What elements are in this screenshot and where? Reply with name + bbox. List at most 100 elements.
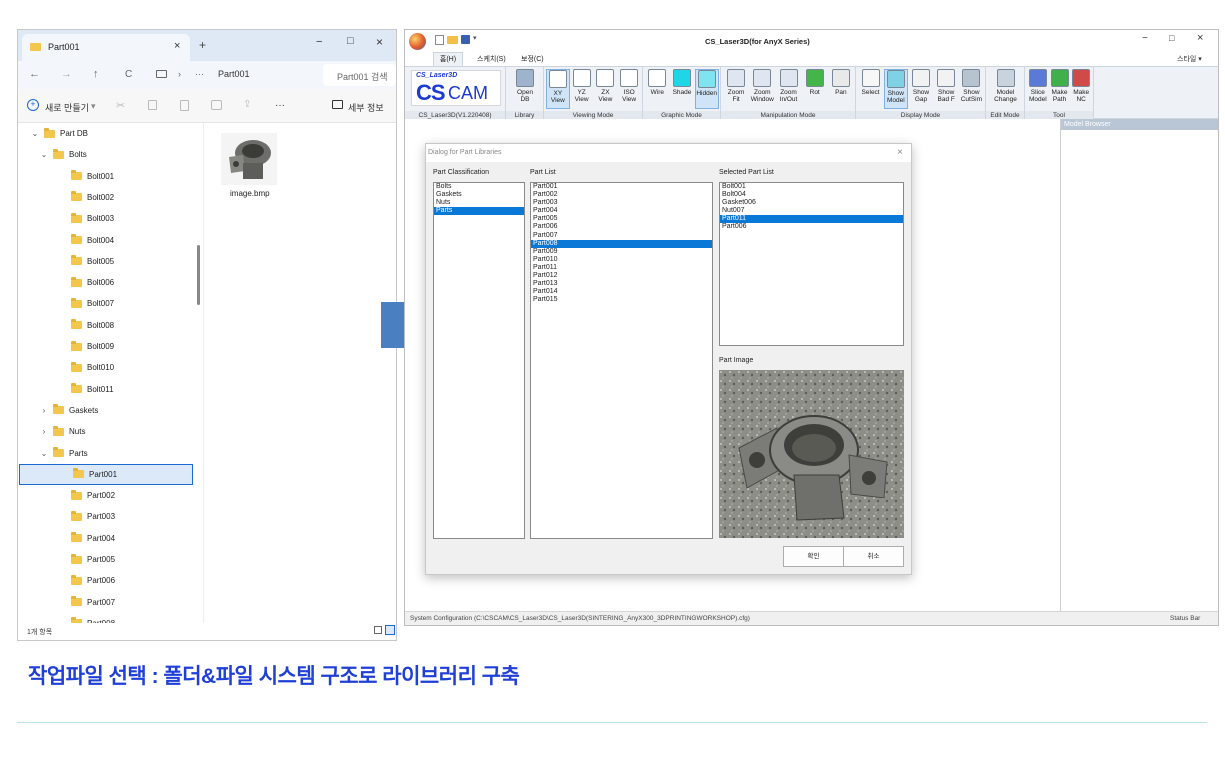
tree-item[interactable]: Part003 — [18, 506, 192, 527]
tree-item[interactable]: Bolt002 — [18, 187, 192, 208]
ribbon-button[interactable]: Pan — [829, 69, 853, 109]
list-item[interactable]: Bolt004 — [720, 191, 903, 199]
close-button[interactable]: × — [1197, 32, 1203, 44]
list-item[interactable]: Part007 — [531, 232, 712, 240]
chevron-down-icon[interactable]: ⌄ — [39, 150, 49, 159]
quick-access-chevron-icon[interactable]: ▾ — [473, 34, 477, 42]
save-icon[interactable] — [461, 35, 470, 44]
list-item[interactable]: Part009 — [531, 248, 712, 256]
ribbon-button[interactable]: Zoom Fit — [724, 69, 748, 109]
tree-item[interactable]: Bolt004 — [18, 230, 192, 251]
tab-close-icon[interactable]: × — [174, 40, 180, 52]
ribbon-button[interactable]: YZ View — [570, 69, 594, 109]
tree-item[interactable]: Part008 — [18, 613, 192, 623]
refresh-button[interactable]: C — [125, 69, 132, 80]
list-item[interactable]: Nuts — [434, 199, 524, 207]
list-item[interactable]: Part004 — [531, 207, 712, 215]
ribbon-button[interactable]: Show Gap — [909, 69, 933, 109]
list-item[interactable]: Bolt001 — [720, 183, 903, 191]
tab-correction[interactable]: 보정(C) — [521, 54, 544, 64]
tree-item[interactable]: Part007 — [18, 592, 192, 613]
list-item[interactable]: Part012 — [531, 272, 712, 280]
details-button[interactable]: 세부 정보 — [348, 101, 384, 114]
ribbon-button[interactable]: Hidden — [694, 69, 719, 109]
list-item[interactable]: Part003 — [531, 199, 712, 207]
list-item[interactable]: Part010 — [531, 256, 712, 264]
cut-icon[interactable]: ✂ — [116, 99, 125, 112]
tree-item[interactable]: › Nuts — [18, 421, 192, 442]
tree-item[interactable]: ⌄ Parts — [18, 443, 192, 464]
list-item[interactable]: Part011 — [531, 264, 712, 272]
list-item[interactable]: Part001 — [531, 183, 712, 191]
ribbon-button[interactable]: Slice Model — [1026, 69, 1050, 109]
more-path-button[interactable]: ··· — [195, 69, 204, 79]
search-box[interactable]: Part001 검색 — [323, 64, 396, 86]
open-folder-icon[interactable] — [447, 36, 458, 44]
tree-item[interactable]: Part006 — [18, 570, 192, 591]
app-logo-icon[interactable] — [409, 33, 426, 50]
close-button[interactable]: × — [376, 35, 383, 49]
ribbon-button[interactable]: Show CutSim — [959, 69, 983, 109]
list-item[interactable]: Part005 — [531, 215, 712, 223]
file-name[interactable]: image.bmp — [230, 189, 270, 198]
search-input[interactable]: Part001 검색 — [337, 70, 388, 83]
style-dropdown[interactable]: 스타일 ▾ — [1177, 54, 1202, 64]
tree-item[interactable]: Part001 — [19, 463, 193, 485]
cancel-button[interactable]: 취소 — [843, 546, 904, 567]
ribbon-button[interactable]: Make NC — [1069, 69, 1093, 109]
up-button[interactable]: ↑ — [93, 68, 99, 80]
ribbon-button[interactable]: Model Change — [994, 69, 1018, 109]
ribbon-button[interactable]: Wire — [645, 69, 669, 109]
ribbon-button[interactable]: XY View — [545, 69, 570, 109]
ribbon-button[interactable]: Rot — [803, 69, 827, 109]
tree-item[interactable]: Bolt007 — [18, 293, 192, 314]
tree-item[interactable]: Bolt010 — [18, 357, 192, 378]
dialog-close-icon[interactable]: × — [897, 144, 903, 162]
tile-view-icon[interactable] — [385, 625, 395, 635]
tab-sketch[interactable]: 스케치(S) — [477, 54, 506, 64]
ribbon-button[interactable]: Zoom In/Out — [777, 69, 801, 109]
list-item[interactable]: Part014 — [531, 288, 712, 296]
chevron-right-icon[interactable]: › — [39, 406, 49, 415]
list-item[interactable]: Part008 — [531, 239, 712, 248]
chevron-down-icon[interactable]: ⌄ — [39, 449, 49, 458]
ribbon-button[interactable]: Shade — [670, 69, 694, 109]
ribbon-button[interactable]: Show Model — [883, 69, 908, 109]
ribbon-button[interactable]: Select — [859, 69, 883, 109]
copy-icon[interactable] — [148, 100, 157, 110]
explorer-tab[interactable]: Part001 × — [22, 34, 190, 61]
ribbon-button[interactable]: Show Bad F — [934, 69, 958, 109]
tree-item[interactable]: Bolt006 — [18, 272, 192, 293]
list-item[interactable]: Part015 — [531, 296, 712, 304]
minimize-button[interactable]: − — [316, 36, 322, 48]
new-tab-button[interactable]: + — [199, 38, 206, 52]
chevron-down-icon[interactable]: ⌄ — [30, 129, 40, 138]
tree-item[interactable]: › Gaskets — [18, 400, 192, 421]
list-item[interactable]: Part006 — [720, 223, 903, 231]
tree-item[interactable]: Part005 — [18, 549, 192, 570]
chevron-right-icon[interactable]: › — [39, 427, 49, 436]
list-item[interactable]: Part013 — [531, 280, 712, 288]
tree-item[interactable]: Bolt001 — [18, 166, 192, 187]
tree-item[interactable]: ⌄ Part DB — [18, 123, 192, 144]
breadcrumb[interactable]: Part001 — [218, 69, 250, 79]
part-listbox[interactable]: Part001 Part002 Part003 Part004 Part005 Part0… — [530, 182, 713, 539]
tree-item[interactable]: Bolt008 — [18, 315, 192, 336]
list-item[interactable]: Gasket006 — [720, 199, 903, 207]
classification-listbox[interactable]: Bolts Gaskets Nuts Parts — [433, 182, 525, 539]
paste-icon[interactable] — [180, 100, 189, 111]
tree-item[interactable]: ⌄ Bolts — [18, 144, 192, 165]
maximize-button[interactable]: □ — [347, 35, 354, 47]
back-button[interactable]: ← — [29, 68, 40, 80]
ribbon-button[interactable]: ISO View — [617, 69, 641, 109]
selected-part-listbox[interactable]: Bolt001 Bolt004 Gasket006 Nut007 Part011 Part… — [719, 182, 904, 346]
list-item[interactable]: Gaskets — [434, 191, 524, 199]
ribbon-button[interactable]: Make Path — [1048, 69, 1072, 109]
tab-home[interactable]: 홈(H) — [433, 52, 463, 66]
file-thumbnail[interactable] — [221, 133, 277, 185]
list-item[interactable]: Part006 — [531, 223, 712, 231]
new-button[interactable]: 새로 만들기 — [45, 101, 89, 114]
list-item[interactable]: Part011 — [720, 215, 903, 224]
ribbon-button[interactable]: Zoom Window — [750, 69, 774, 109]
ribbon-button[interactable]: Open DB — [513, 69, 537, 109]
